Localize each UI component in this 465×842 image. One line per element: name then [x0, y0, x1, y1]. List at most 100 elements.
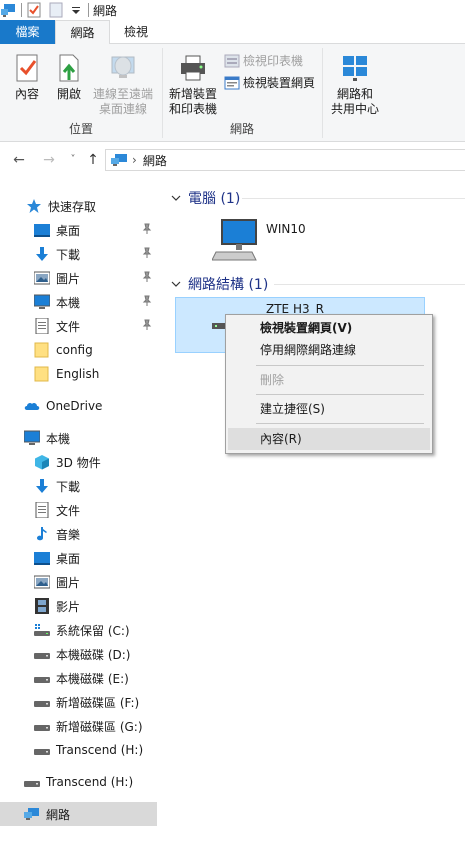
nav-quick-access-label: 快速存取 — [48, 199, 97, 214]
nav-downloads-pc[interactable]: 下載 — [0, 474, 157, 498]
pin-icon[interactable] — [141, 271, 153, 283]
menu-separator — [256, 423, 424, 424]
nav-documents[interactable]: 文件 — [0, 314, 157, 338]
desktop-icon — [34, 222, 50, 238]
computer-name: WIN10 — [266, 222, 306, 236]
nav-onedrive-label: OneDrive — [46, 399, 103, 413]
recent-locations-chevron-icon[interactable]: ˅ — [64, 150, 82, 170]
pin-icon[interactable] — [141, 223, 153, 235]
remote-desktop-button[interactable]: 連線至遠端 桌面連線 — [90, 52, 156, 117]
nav-drive-d[interactable]: 本機磁碟 (D:) — [0, 642, 157, 666]
nav-transcend-label: Transcend (H:) — [46, 775, 134, 789]
network-center-icon — [339, 52, 371, 84]
group-divider — [322, 48, 323, 138]
nav-item-label: 新增磁碟區 (F:) — [56, 695, 140, 710]
tab-network[interactable]: 網路 — [55, 20, 110, 45]
window-title: 網路 — [93, 3, 118, 18]
view-printer-button[interactable]: 檢視印表機 — [224, 52, 303, 69]
group-header-network-infra[interactable]: 網路結構 (1) — [170, 274, 268, 294]
breadcrumb-chevron-icon[interactable]: › — [132, 153, 137, 167]
separator — [21, 3, 22, 17]
group-network-label: 網路 — [229, 122, 254, 136]
view-device-page-label: 檢視裝置網頁 — [243, 76, 316, 90]
nav-pictures[interactable]: 圖片 — [0, 266, 157, 290]
menu-item-create-shortcut[interactable]: 建立捷徑(S) — [228, 398, 430, 420]
computer-item[interactable]: WIN10 — [211, 216, 362, 264]
back-arrow-icon[interactable]: ← — [10, 150, 28, 170]
nav-this-pc[interactable]: 本機 — [0, 426, 157, 450]
open-icon — [53, 52, 85, 84]
nav-network-label: 網路 — [46, 807, 71, 822]
title-bar: 網路 — [0, 0, 465, 20]
sharing-center-label-1: 網路和 — [336, 87, 373, 101]
download-icon — [34, 246, 50, 262]
nav-transcend[interactable]: Transcend (H:) — [0, 770, 157, 794]
view-printer-label: 檢視印表機 — [243, 54, 304, 68]
tab-view[interactable]: 檢視 — [112, 20, 160, 44]
properties-icon — [11, 52, 43, 84]
nav-drive-f[interactable]: 新增磁碟區 (F:) — [0, 690, 157, 714]
customize-quick-access-icon[interactable] — [68, 2, 84, 18]
nav-3d-objects[interactable]: 3D 物件 — [0, 450, 157, 474]
add-device-button[interactable]: 新增裝置 和印表機 — [166, 52, 220, 117]
nav-english[interactable]: English — [0, 362, 157, 386]
star-icon — [26, 198, 42, 214]
nav-drive-c[interactable]: 系統保留 (C:) — [0, 618, 157, 642]
open-label: 開啟 — [56, 87, 81, 101]
open-button[interactable]: 開啟 — [50, 52, 88, 102]
nav-documents-pc[interactable]: 文件 — [0, 498, 157, 522]
group-divider — [242, 198, 465, 199]
remote-desktop-label-2: 桌面連線 — [98, 102, 147, 116]
nav-onedrive[interactable]: OneDrive — [0, 394, 157, 418]
download-icon — [34, 478, 50, 494]
forward-arrow-icon[interactable]: → — [40, 150, 58, 170]
new-folder-icon[interactable] — [48, 2, 64, 18]
menu-item-view-device-webpage[interactable]: 檢視裝置網頁(V) — [228, 317, 430, 339]
properties-button[interactable]: 內容 — [8, 52, 46, 102]
menu-item-disable-internet[interactable]: 停用網際網路連線 — [228, 339, 430, 361]
sharing-center-button[interactable]: 網路和 共用中心 — [326, 52, 384, 117]
add-device-label-2: 和印表機 — [168, 102, 217, 116]
nav-desktop-pc[interactable]: 桌面 — [0, 546, 157, 570]
drive-icon — [34, 718, 50, 734]
nav-desktop[interactable]: 桌面 — [0, 218, 157, 242]
system-drive-icon — [34, 622, 50, 638]
drive-icon — [34, 742, 50, 758]
breadcrumb-network[interactable]: 網路 — [143, 152, 167, 169]
network-icon — [1, 2, 17, 18]
nav-this-pc-pinned[interactable]: 本機 — [0, 290, 157, 314]
pin-icon[interactable] — [141, 247, 153, 259]
view-device-page-button[interactable]: 檢視裝置網頁 — [224, 74, 315, 91]
tab-file[interactable]: 檔案 — [0, 20, 55, 44]
nav-item-label: 桌面 — [56, 551, 81, 566]
group-header-computer[interactable]: 電腦 (1) — [170, 188, 240, 208]
nav-drive-g[interactable]: 新增磁碟區 (G:) — [0, 714, 157, 738]
view-device-page-icon — [224, 75, 240, 91]
music-note-icon — [34, 526, 50, 542]
navigation-pane: 快速存取 桌面 下載 圖片 本機 文件 config English OneDr… — [0, 180, 160, 842]
nav-item-label: 本機 — [56, 295, 81, 310]
menu-item-delete[interactable]: 刪除 — [228, 369, 430, 391]
nav-music[interactable]: 音樂 — [0, 522, 157, 546]
nav-videos[interactable]: 影片 — [0, 594, 157, 618]
nav-drive-h[interactable]: Transcend (H:) — [0, 738, 157, 762]
nav-drive-e[interactable]: 本機磁碟 (E:) — [0, 666, 157, 690]
menu-item-properties[interactable]: 內容(R) — [228, 428, 430, 450]
nav-config[interactable]: config — [0, 338, 157, 362]
drive-icon — [24, 774, 40, 790]
nav-item-label: 圖片 — [56, 271, 81, 286]
nav-item-label: English — [56, 367, 100, 381]
film-icon — [34, 598, 50, 614]
group-header-label: 網路結構 (1) — [188, 277, 269, 293]
nav-downloads[interactable]: 下載 — [0, 242, 157, 266]
nav-pictures-pc[interactable]: 圖片 — [0, 570, 157, 594]
nav-item-label: config — [56, 343, 93, 357]
pin-icon[interactable] — [141, 295, 153, 307]
address-bar[interactable]: › 網路 — [105, 149, 465, 171]
up-arrow-icon[interactable]: ↑ — [84, 150, 102, 170]
computer-icon — [23, 430, 41, 446]
pin-icon[interactable] — [141, 319, 153, 331]
properties-icon[interactable] — [26, 2, 42, 18]
nav-quick-access[interactable]: 快速存取 — [0, 194, 157, 218]
nav-network[interactable]: 網路 — [0, 802, 157, 826]
